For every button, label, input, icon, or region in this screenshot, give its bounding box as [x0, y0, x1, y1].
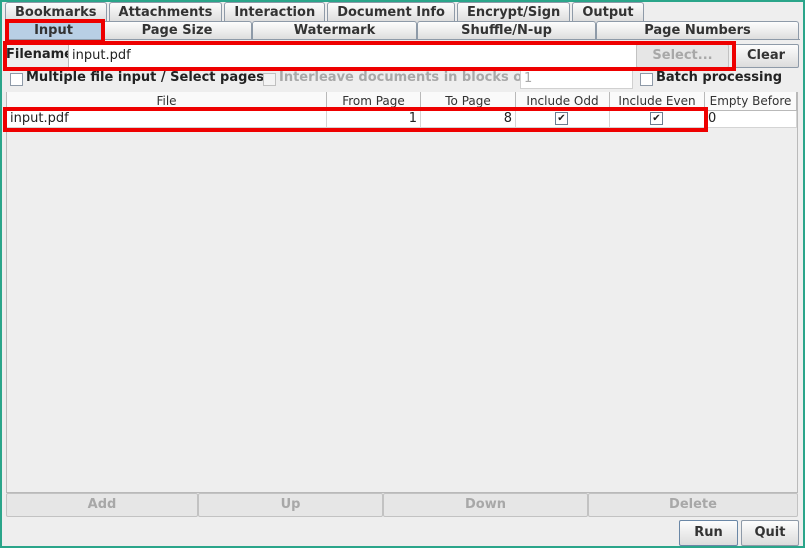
tab-row-top: Bookmarks Attachments Interaction Docume…: [5, 2, 646, 22]
batch-processing-label: Batch processing: [656, 70, 783, 85]
column-header-include-even[interactable]: Include Even: [610, 92, 705, 111]
tab-output[interactable]: Output: [572, 2, 644, 22]
cell-empty-before[interactable]: 0: [705, 111, 797, 128]
tab-attachments[interactable]: Attachments: [108, 2, 223, 22]
run-button[interactable]: Run: [679, 520, 738, 546]
pdf-tool-window: Bookmarks Attachments Interaction Docume…: [0, 0, 805, 548]
include-odd-checkbox[interactable]: ✔: [555, 112, 568, 125]
multiple-file-input-checkbox[interactable]: [10, 73, 23, 86]
batch-processing-checkbox[interactable]: [640, 73, 653, 86]
up-button[interactable]: Up: [198, 493, 383, 517]
cell-include-even[interactable]: ✔: [610, 111, 705, 128]
delete-button[interactable]: Delete: [588, 493, 798, 517]
tab-row-bottom: Input Page Size Watermark Shuffle/N-up P…: [5, 21, 799, 40]
include-even-checkbox[interactable]: ✔: [650, 112, 663, 125]
tab-document-info[interactable]: Document Info: [327, 2, 455, 22]
cell-to-page[interactable]: 8: [421, 111, 516, 128]
cell-file[interactable]: input.pdf: [7, 111, 327, 128]
tab-shuffle-n-up[interactable]: Shuffle/N-up: [417, 21, 596, 40]
column-header-from-page[interactable]: From Page: [327, 92, 421, 111]
add-button[interactable]: Add: [6, 493, 198, 517]
cell-include-odd[interactable]: ✔: [516, 111, 610, 128]
column-header-include-odd[interactable]: Include Odd: [516, 92, 610, 111]
interleave-block-size-input[interactable]: 1: [520, 69, 633, 89]
tab-input[interactable]: Input: [5, 21, 102, 40]
tab-input-label: Input: [34, 23, 73, 38]
tab-interaction[interactable]: Interaction: [224, 2, 326, 22]
column-header-file[interactable]: File: [7, 92, 327, 111]
column-header-empty-before[interactable]: Empty Before: [705, 92, 797, 111]
multiple-file-input-label: Multiple file input / Select pages: [26, 70, 264, 85]
interleave-checkbox[interactable]: [263, 73, 276, 86]
filename-input[interactable]: input.pdf: [68, 44, 638, 68]
file-table: File From Page To Page Include Odd Inclu…: [6, 92, 798, 492]
down-button[interactable]: Down: [383, 493, 588, 517]
select-file-button[interactable]: Select...: [636, 44, 729, 68]
tab-page-numbers[interactable]: Page Numbers: [596, 21, 799, 40]
tab-panel-border: [5, 39, 800, 40]
tab-watermark[interactable]: Watermark: [252, 21, 417, 40]
interleave-label: Interleave documents in blocks of: [279, 70, 528, 85]
cell-from-page[interactable]: 1: [327, 111, 421, 128]
quit-button[interactable]: Quit: [741, 520, 799, 546]
tab-page-size[interactable]: Page Size: [102, 21, 252, 40]
column-header-to-page[interactable]: To Page: [421, 92, 516, 111]
tab-encrypt-sign[interactable]: Encrypt/Sign: [456, 2, 571, 22]
clear-button[interactable]: Clear: [733, 44, 799, 68]
filename-label: Filename: [6, 47, 73, 62]
tab-bookmarks[interactable]: Bookmarks: [5, 2, 107, 22]
